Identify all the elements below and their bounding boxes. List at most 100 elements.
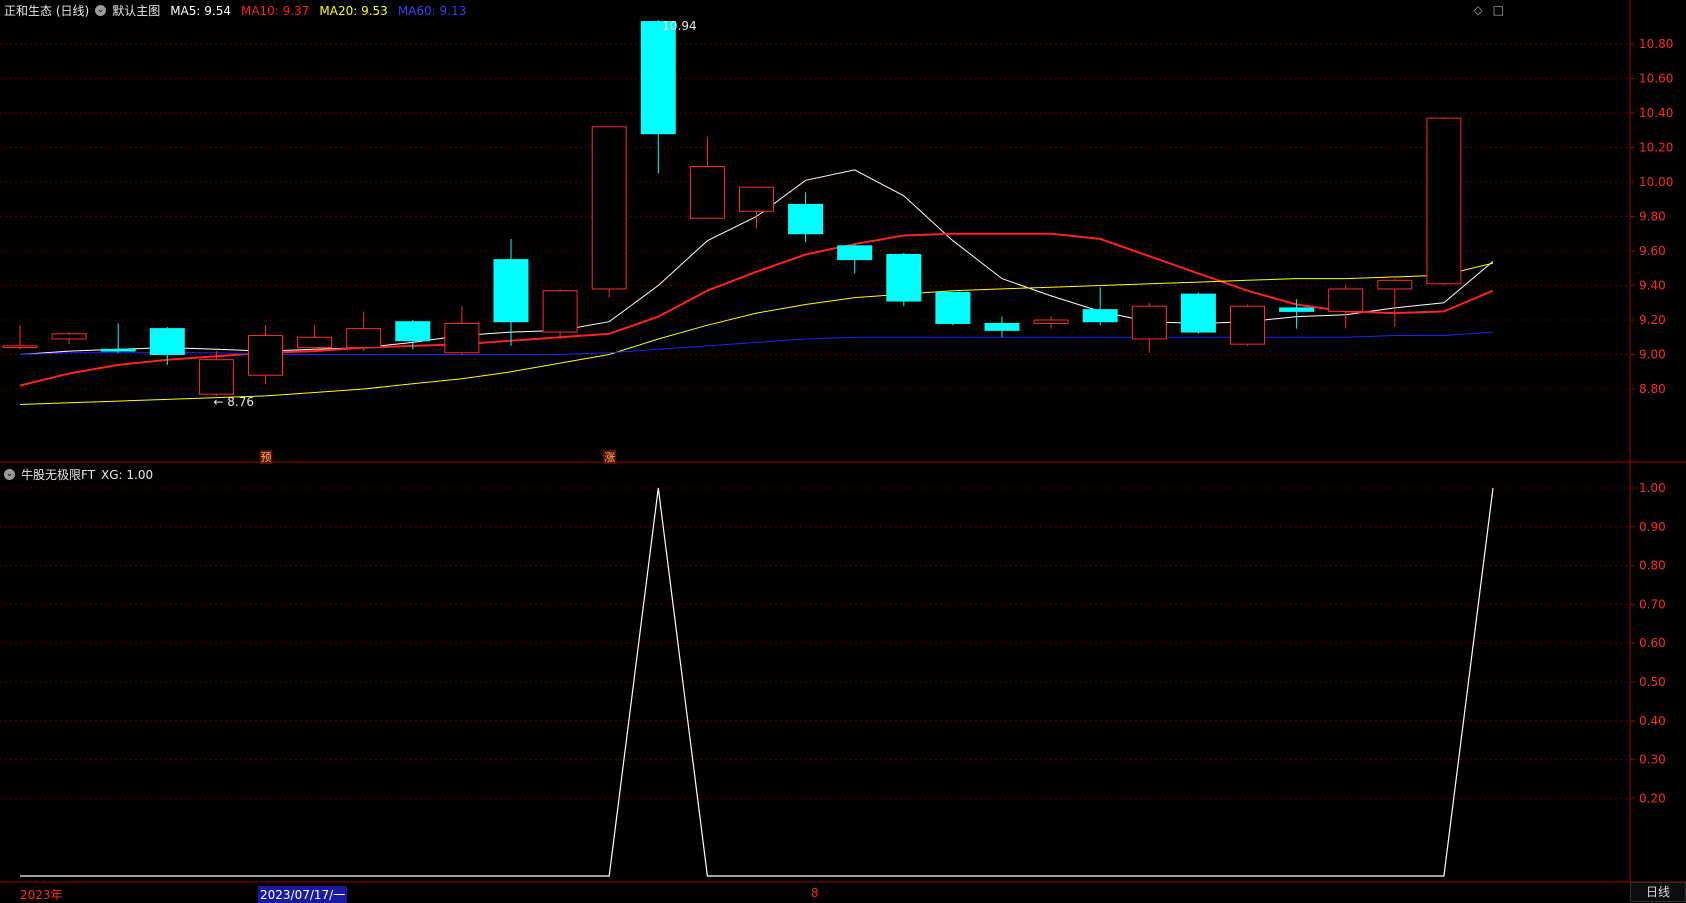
date-axis: 2023年 2023/07/17/一 8 [0, 884, 1632, 903]
price-tick-label: 10.00 [1639, 175, 1673, 189]
candlesticks [2, 19, 1462, 396]
indicator-name[interactable]: 牛股无极限FT [21, 466, 95, 483]
candle [591, 126, 627, 298]
ma-line-ma20 [19, 262, 1494, 405]
candle-body [51, 333, 87, 340]
year-label: 2023年 [20, 888, 63, 902]
candle [542, 288, 578, 339]
candle [51, 332, 87, 345]
high-price-label: 10.94 [662, 19, 696, 33]
candle [886, 252, 922, 307]
candle-body [935, 291, 971, 324]
candle-body [248, 335, 283, 376]
candle [346, 311, 382, 352]
candle-body [1377, 279, 1413, 290]
price-axis: 10.80 10.60 10.40 10.20 10.00 9.80 9.60 9.40 9.2… [1630, 37, 1673, 396]
chart-stage[interactable]: 10.80 10.60 10.40 10.20 10.00 9.80 9.60 9.40 9.2… [0, 0, 1686, 900]
price-tick-label: 10.20 [1639, 141, 1673, 155]
candle [1180, 292, 1216, 334]
indicator-tick-label: 0.40 [1639, 714, 1666, 728]
price-tick-label: 9.60 [1639, 244, 1666, 258]
candle [493, 238, 529, 346]
candle [935, 291, 971, 326]
candle-body [837, 245, 873, 261]
price-tick-label: 10.40 [1639, 106, 1673, 120]
candle [297, 325, 333, 352]
candle [640, 19, 676, 174]
period-tab[interactable]: 日线 [1630, 882, 1686, 902]
candle [788, 192, 824, 243]
candle [1279, 299, 1315, 329]
candle-body [346, 328, 382, 349]
price-tick-label: 10.60 [1639, 72, 1673, 86]
candle-body [739, 186, 774, 212]
candle-body [395, 321, 431, 342]
indicator-tick-label: 0.50 [1639, 675, 1666, 689]
price-tick-label: 9.40 [1639, 279, 1666, 293]
marker-zhang: 涨 [603, 450, 617, 464]
candle-body [591, 126, 627, 290]
price-tick-label: 9.80 [1639, 210, 1666, 224]
candle-body [788, 203, 824, 235]
price-tick-label: 8.80 [1639, 382, 1666, 396]
candle [1131, 302, 1167, 353]
candle-body [1180, 293, 1216, 333]
candle-body [1230, 305, 1265, 345]
top-right-icons: ◇ □ [1473, 3, 1504, 17]
marker-yu: 预 [259, 450, 273, 464]
ma20-label: MA20: 9.53 [319, 3, 388, 18]
candle [248, 325, 283, 384]
candle-body [493, 259, 529, 323]
candle-body [886, 253, 922, 302]
candle [2, 325, 38, 350]
candle-body [542, 290, 578, 333]
ma-line-ma10 [19, 232, 1494, 387]
chart-menu-label[interactable]: 默认主图 [112, 2, 160, 19]
candle-body [149, 328, 185, 355]
indicator-header: ⌄ 牛股无极限FT XG: 1.00 [4, 466, 153, 483]
low-price-label: ← 8.76 [213, 395, 254, 409]
indicator-tick-label: 0.60 [1639, 636, 1666, 650]
cursor-date-label: 2023/07/17/一 [258, 886, 348, 903]
indicator-tick-label: 0.80 [1639, 559, 1666, 573]
candle-body [984, 322, 1020, 331]
candle [444, 306, 480, 355]
price-tick-label: 9.00 [1639, 348, 1666, 362]
indicator-tick-label: 1.00 [1639, 481, 1666, 495]
candle-body [1328, 288, 1364, 312]
diamond-icon[interactable]: ◇ [1473, 3, 1482, 17]
ma5-label: MA5: 9.54 [170, 3, 231, 18]
indicator-menu-icon[interactable]: ⌄ [4, 469, 15, 480]
candle-body [2, 345, 38, 349]
candle [1230, 304, 1265, 346]
candle-body [444, 322, 480, 354]
candle-body [689, 165, 725, 219]
indicator-tick-label: 0.90 [1639, 520, 1666, 534]
candle-body [1131, 305, 1167, 340]
marker-yu-text: 预 [261, 451, 272, 464]
main-chart-header: 正和生态 (日线) ⌄ 默认主图 MA5: 9.54 MA10: 9.37 MA… [4, 2, 466, 19]
chart-menu-icon[interactable]: ⌄ [95, 5, 107, 16]
candle-body [1279, 307, 1315, 312]
candle [1426, 117, 1462, 286]
price-tick-label: 10.80 [1639, 37, 1673, 51]
candle [1082, 287, 1118, 326]
candle-body [1033, 319, 1069, 324]
candle-body [1426, 117, 1462, 285]
month-label: 8 [811, 886, 819, 900]
candle-body [100, 348, 136, 352]
candle-body [297, 336, 333, 349]
candle [837, 244, 873, 274]
indicator-tick-label: 0.30 [1639, 753, 1666, 767]
indicator-axis: 1.00 0.90 0.80 0.70 0.60 0.50 0.40 0.30 0.20 [1630, 481, 1666, 805]
stock-title[interactable]: 正和生态 (日线) [4, 2, 89, 19]
ma-line-ma60 [19, 331, 1494, 355]
candle-body [640, 21, 676, 135]
square-icon[interactable]: □ [1493, 3, 1504, 17]
candle [100, 323, 136, 353]
candle [1033, 316, 1069, 329]
ma60-label: MA60: 9.13 [397, 3, 467, 18]
indicator-tick-label: 0.70 [1639, 597, 1666, 611]
price-tick-label: 9.20 [1639, 313, 1666, 327]
candle-body [1082, 309, 1118, 323]
